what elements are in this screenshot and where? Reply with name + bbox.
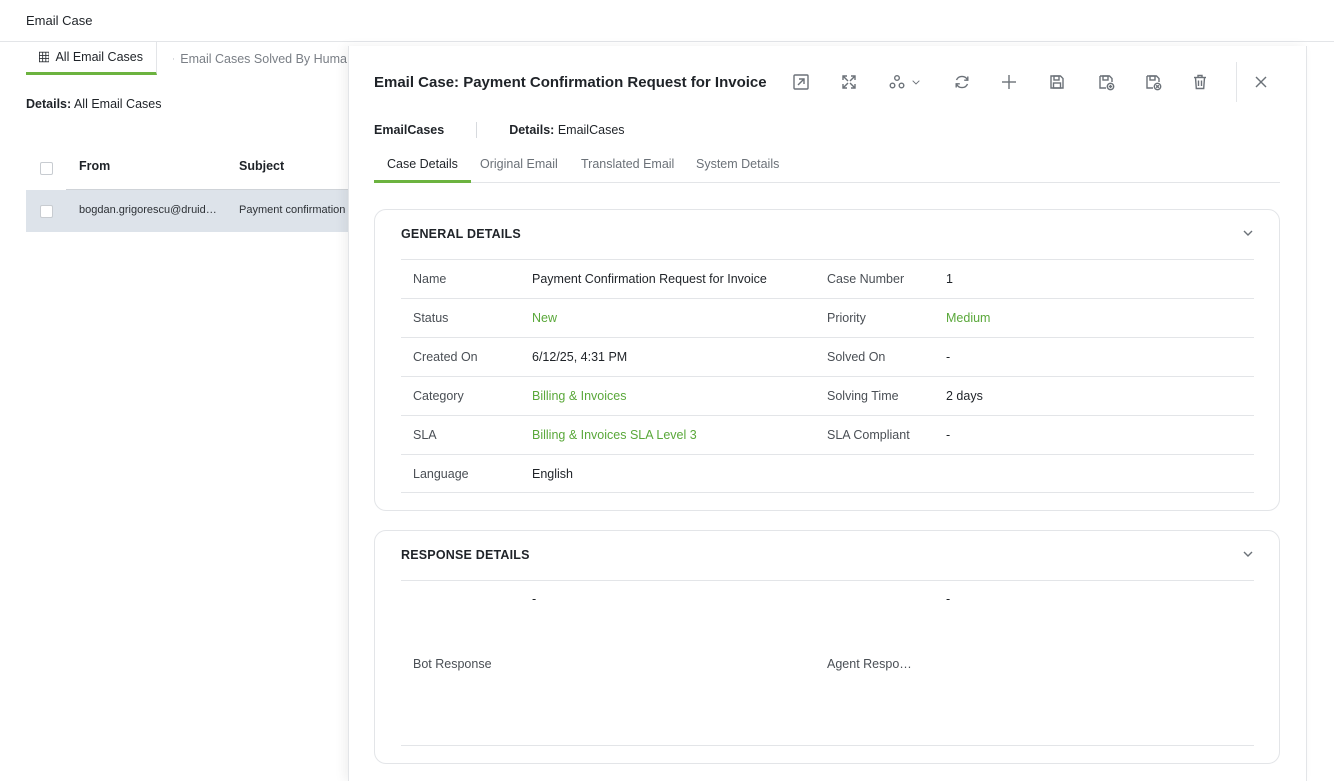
tab-label: Email Cases Solved By Huma <box>180 51 347 66</box>
workflow-dropdown[interactable] <box>884 70 926 94</box>
column-header-from[interactable]: From <box>79 159 110 173</box>
field-value: Payment Confirmation Request for Invoice <box>532 272 767 286</box>
tab-solved-by-human[interactable]: Email Cases Solved By Huma <box>160 42 360 75</box>
field-label: Name <box>413 272 447 286</box>
save-and-new-button[interactable] <box>1094 70 1118 94</box>
field-label: Solving Time <box>827 389 899 403</box>
category-link[interactable]: Billing & Invoices <box>532 389 627 403</box>
refresh-button[interactable] <box>950 70 974 94</box>
response-row: - - Bot Response Agent Respo… <box>401 580 1254 746</box>
save-and-new-icon <box>1099 75 1115 91</box>
chevron-down-icon <box>1243 230 1253 236</box>
agent-response-value: - <box>946 592 951 606</box>
field-row: Name Payment Confirmation Request for In… <box>401 259 1254 298</box>
collapse-toggle[interactable] <box>1241 226 1255 240</box>
field-row: Status New Priority Medium <box>401 298 1254 337</box>
field-label: Priority <box>827 311 866 325</box>
collapse-toggle[interactable] <box>1241 547 1255 561</box>
details-value: All Email Cases <box>73 97 162 111</box>
field-label: SLA Compliant <box>827 428 910 442</box>
save-and-close-button[interactable] <box>1141 70 1165 94</box>
panel-title: Email Case: Payment Confirmation Request… <box>374 74 767 91</box>
panel-meta: EmailCases Details: EmailCases <box>374 121 625 139</box>
refresh-icon <box>955 75 969 89</box>
tab-translated-email[interactable]: Translated Email <box>568 150 687 183</box>
chevron-down-icon <box>1243 551 1253 557</box>
field-label: SLA <box>413 428 437 442</box>
add-icon <box>1002 75 1016 89</box>
close-icon <box>1255 76 1267 88</box>
toolbar-divider <box>1236 62 1237 102</box>
entity-name: EmailCases <box>374 123 445 137</box>
field-row: Category Billing & Invoices Solving Time… <box>401 376 1254 415</box>
workflow-icon <box>889 75 905 89</box>
column-header-subject[interactable]: Subject <box>239 159 284 173</box>
field-value: 6/12/25, 4:31 PM <box>532 350 628 364</box>
delete-button[interactable] <box>1188 70 1212 94</box>
grid-icon <box>173 57 175 60</box>
grid-icon <box>39 51 50 63</box>
tab-label: All Email Cases <box>55 50 143 64</box>
tab-all-email-cases[interactable]: All Email Cases <box>26 42 157 75</box>
save-button[interactable] <box>1045 70 1069 94</box>
tab-system-details[interactable]: System Details <box>683 150 792 183</box>
field-value: - <box>946 428 951 442</box>
field-value: - <box>946 350 951 364</box>
tab-case-details[interactable]: Case Details <box>374 150 471 183</box>
agent-response-label: Agent Respo… <box>827 657 912 671</box>
cell-subject: Payment confirmation fo <box>239 204 349 216</box>
select-all-checkbox[interactable] <box>40 162 53 175</box>
section-title: GENERAL DETAILS <box>401 227 521 241</box>
table-header <box>26 150 356 190</box>
field-label: Case Number <box>827 272 905 286</box>
row-checkbox[interactable] <box>40 205 53 218</box>
save-icon <box>1050 75 1064 89</box>
expand-button[interactable] <box>837 70 861 94</box>
status-link[interactable]: New <box>532 311 557 325</box>
add-button[interactable] <box>997 70 1021 94</box>
field-value: 2 days <box>946 389 983 403</box>
view-tabs: All Email Cases Email Cases Solved By Hu… <box>26 42 356 75</box>
meta-separator <box>476 122 478 138</box>
delete-icon <box>1194 74 1206 90</box>
field-label: Status <box>413 311 449 325</box>
priority-link[interactable]: Medium <box>946 311 990 325</box>
general-details-card: GENERAL DETAILS Name Payment Confirmatio… <box>374 209 1280 511</box>
field-row: Language English <box>401 454 1254 493</box>
details-value: EmailCases <box>557 123 625 137</box>
panel-tabs: Case Details Original Email Translated E… <box>374 150 1280 183</box>
bot-response-label: Bot Response <box>413 657 492 671</box>
response-details-card: RESPONSE DETAILS - - Bot Response Agent … <box>374 530 1280 764</box>
save-and-close-icon <box>1146 75 1162 91</box>
expand-icon <box>842 75 856 89</box>
open-in-new-button[interactable] <box>789 70 813 94</box>
field-value: English <box>532 467 573 481</box>
table-row[interactable]: bogdan.grigorescu@druid… Payment confirm… <box>26 190 356 232</box>
details-label: Details: <box>509 123 555 137</box>
open-in-new-icon <box>793 74 809 90</box>
field-label: Solved On <box>827 350 886 364</box>
panel-details: Details: EmailCases <box>509 123 624 137</box>
field-row: Created On 6/12/25, 4:31 PM Solved On - <box>401 337 1254 376</box>
field-value: 1 <box>946 272 953 286</box>
field-label: Created On <box>413 350 478 364</box>
bot-response-value: - <box>532 592 537 606</box>
details-label: Details: <box>26 97 72 111</box>
section-title: RESPONSE DETAILS <box>401 548 530 562</box>
chevron-down-icon <box>912 80 920 85</box>
cell-from: bogdan.grigorescu@druid… <box>79 204 217 216</box>
app-title: Email Case <box>26 13 93 28</box>
app-header: Email Case <box>0 0 1334 42</box>
close-button[interactable] <box>1249 70 1273 94</box>
sla-link[interactable]: Billing & Invoices SLA Level 3 <box>532 428 697 442</box>
list-details: Details: All Email Cases <box>26 97 161 111</box>
field-row: SLA Billing & Invoices SLA Level 3 SLA C… <box>401 415 1254 454</box>
tab-original-email[interactable]: Original Email <box>467 150 571 183</box>
field-label: Category <box>413 389 464 403</box>
detail-panel: Email Case: Payment Confirmation Request… <box>348 46 1307 781</box>
field-label: Language <box>413 467 469 481</box>
